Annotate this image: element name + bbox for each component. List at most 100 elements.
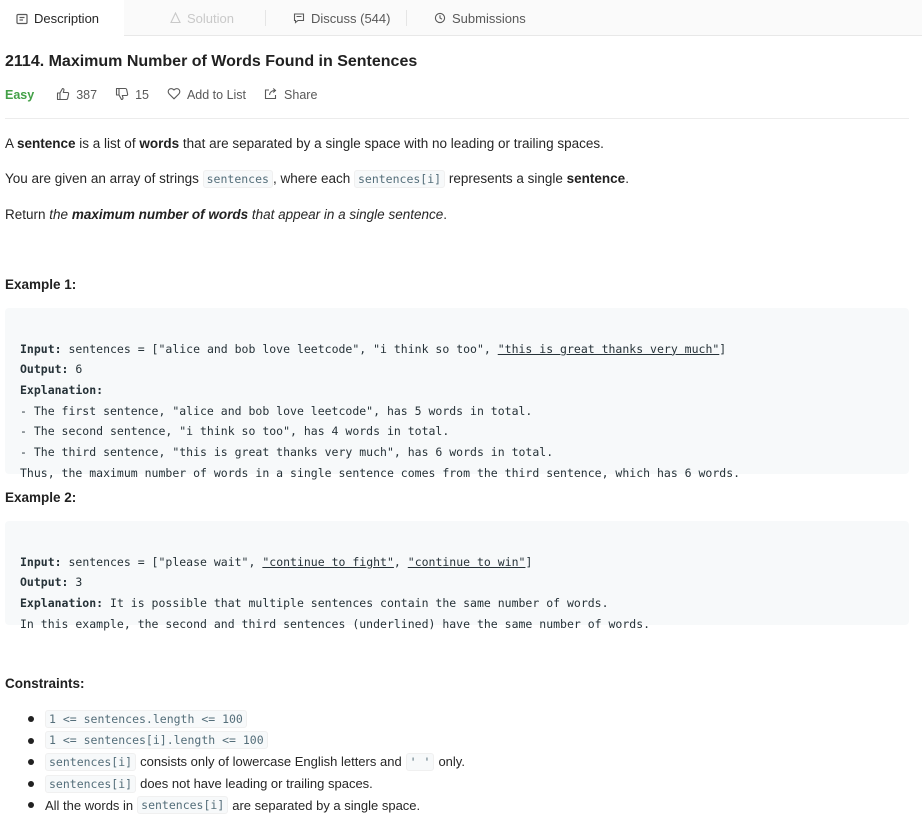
thumbs-down-icon [115,87,129,104]
example-2-explanation-line: Explanation: It is possible that multipl… [20,593,894,614]
text: . [443,207,447,222]
like-count: 387 [76,88,98,102]
text: , where each [272,171,354,186]
inline-code: 1 <= sentences[i].length <= 100 [45,731,268,750]
explanation-label: Explanation: [20,596,104,611]
input-text: ] [719,341,727,356]
list-item: sentences[i] consists only of lowercase E… [0,751,922,773]
text: consists only of lowercase English lette… [140,754,402,770]
text: You are given an array of strings [5,171,203,186]
discuss-icon [293,12,305,24]
inline-code: sentences [202,170,273,188]
share-button[interactable]: Share [264,87,317,103]
italic-text: that appear in a single sentence [248,207,444,222]
constraints-list: 1 <= sentences.length <= 100 1 <= senten… [0,708,922,816]
description-paragraph-2: You are given an array of strings senten… [5,170,629,188]
problem-meta: Easy 387 15 Add to List Share [5,86,317,104]
bullet [28,780,34,787]
description-paragraph-3: Return the maximum number of words that … [5,207,447,222]
example-1-heading: Example 1: [5,277,77,292]
bold-text: words [139,136,180,151]
list-item: sentences[i] does not have leading or tra… [0,773,922,795]
text: All the words in [45,797,134,813]
tab-solution[interactable]: Solution [156,0,248,36]
bullet [28,716,34,722]
example-2-output-line: Output: 3 [20,572,894,593]
text: does not have leading or trailing spaces… [140,776,373,792]
heart-icon [167,87,181,103]
problem-title: 2114. Maximum Number of Words Found in S… [5,53,418,70]
tab-description[interactable]: Description [0,0,124,37]
tab-submissions-label: Submissions [452,10,526,26]
share-label: Share [284,88,318,102]
inline-code: sentences[i] [353,170,446,188]
add-to-list-button[interactable]: Add to List [167,87,246,103]
example-1-explanation-line: Explanation: [20,380,894,401]
bullet [28,737,34,744]
explanation-text: It is possible that multiple sentences c… [103,596,609,611]
dislike-button[interactable]: 15 [115,87,149,104]
submissions-icon [434,12,446,24]
description-paragraph-1: A sentence is a list of words that are s… [5,136,604,151]
underlined-text: "continue to fight" [262,554,394,569]
thumbs-up-icon [56,87,70,104]
explanation-text: - The first sentence, "alice and bob lov… [20,403,533,418]
italic-text: the [49,207,72,222]
example-2-input-line: Input: sentences = ["please wait", "cont… [20,552,894,573]
input-label: Input: [20,554,62,569]
example-2-heading: Example 2: [5,490,77,505]
explanation-text: Thus, the maximum number of words in a s… [20,465,741,480]
text: that are separated by a single space wit… [179,136,604,151]
tab-discuss-label: Discuss (544) [311,10,391,26]
bold-text: sentence [566,171,626,186]
tab-submissions[interactable]: Submissions [420,0,540,36]
example-2-block: Input: sentences = ["please wait", "cont… [5,521,909,631]
input-text: sentences = ["alice and bob love leetcod… [61,341,498,356]
solution-icon [170,12,181,24]
example-1-input-line: Input: sentences = ["alice and bob love … [20,339,894,360]
explanation-text: In this example, the second and third se… [20,616,651,631]
list-item: All the words in sentences[i] are separate… [0,794,922,816]
text: are separated by a single space. [232,797,421,813]
dislike-count: 15 [135,88,149,102]
explanation-label: Explanation: [20,383,104,398]
underlined-text: "continue to win" [407,554,526,569]
bold-text: sentence [17,136,76,151]
output-label: Output: [20,575,69,590]
output-value: 6 [68,362,83,377]
list-item: 1 <= sentences[i].length <= 100 [0,730,922,752]
bullet [28,802,34,809]
output-value: 3 [68,575,83,590]
example-1-block: Input: sentences = ["alice and bob love … [5,308,909,480]
list-item: 1 <= sentences.length <= 100 [0,708,922,730]
tab-bar: Description Solution Discuss (544) Submi… [0,0,922,37]
inline-code: ' ' [405,752,435,771]
tab-separator [406,10,407,26]
inline-code: sentences[i] [45,774,137,793]
explanation-text: - The third sentence, "this is great tha… [20,445,554,460]
inline-code: 1 <= sentences.length <= 100 [45,709,247,728]
bullet [28,759,34,766]
text: only. [438,754,465,770]
inline-code: sentences[i] [45,752,137,771]
constraints-heading: Constraints: [5,676,85,691]
text: A [5,136,18,151]
difficulty-badge: Easy [5,88,35,102]
like-button[interactable]: 387 [56,87,97,104]
underlined-text: "this is great thanks very much" [497,341,720,356]
tab-discuss[interactable]: Discuss (544) [279,0,404,36]
bold-italic-text: maximum number of words [71,207,249,222]
example-1-output-line: Output: 6 [20,359,894,380]
share-icon [264,87,278,103]
text: represents a single [445,171,567,186]
inline-code: sentences[i] [137,796,229,815]
text: . [625,171,629,186]
add-to-list-label: Add to List [186,88,247,102]
tab-solution-label: Solution [187,10,234,26]
description-icon [16,13,28,25]
input-text: , [393,554,408,569]
explanation-text: - The second sentence, "i think so too",… [20,424,450,439]
text: Return [5,207,50,222]
input-text: ] [525,554,533,569]
text: is a list of [75,136,140,151]
